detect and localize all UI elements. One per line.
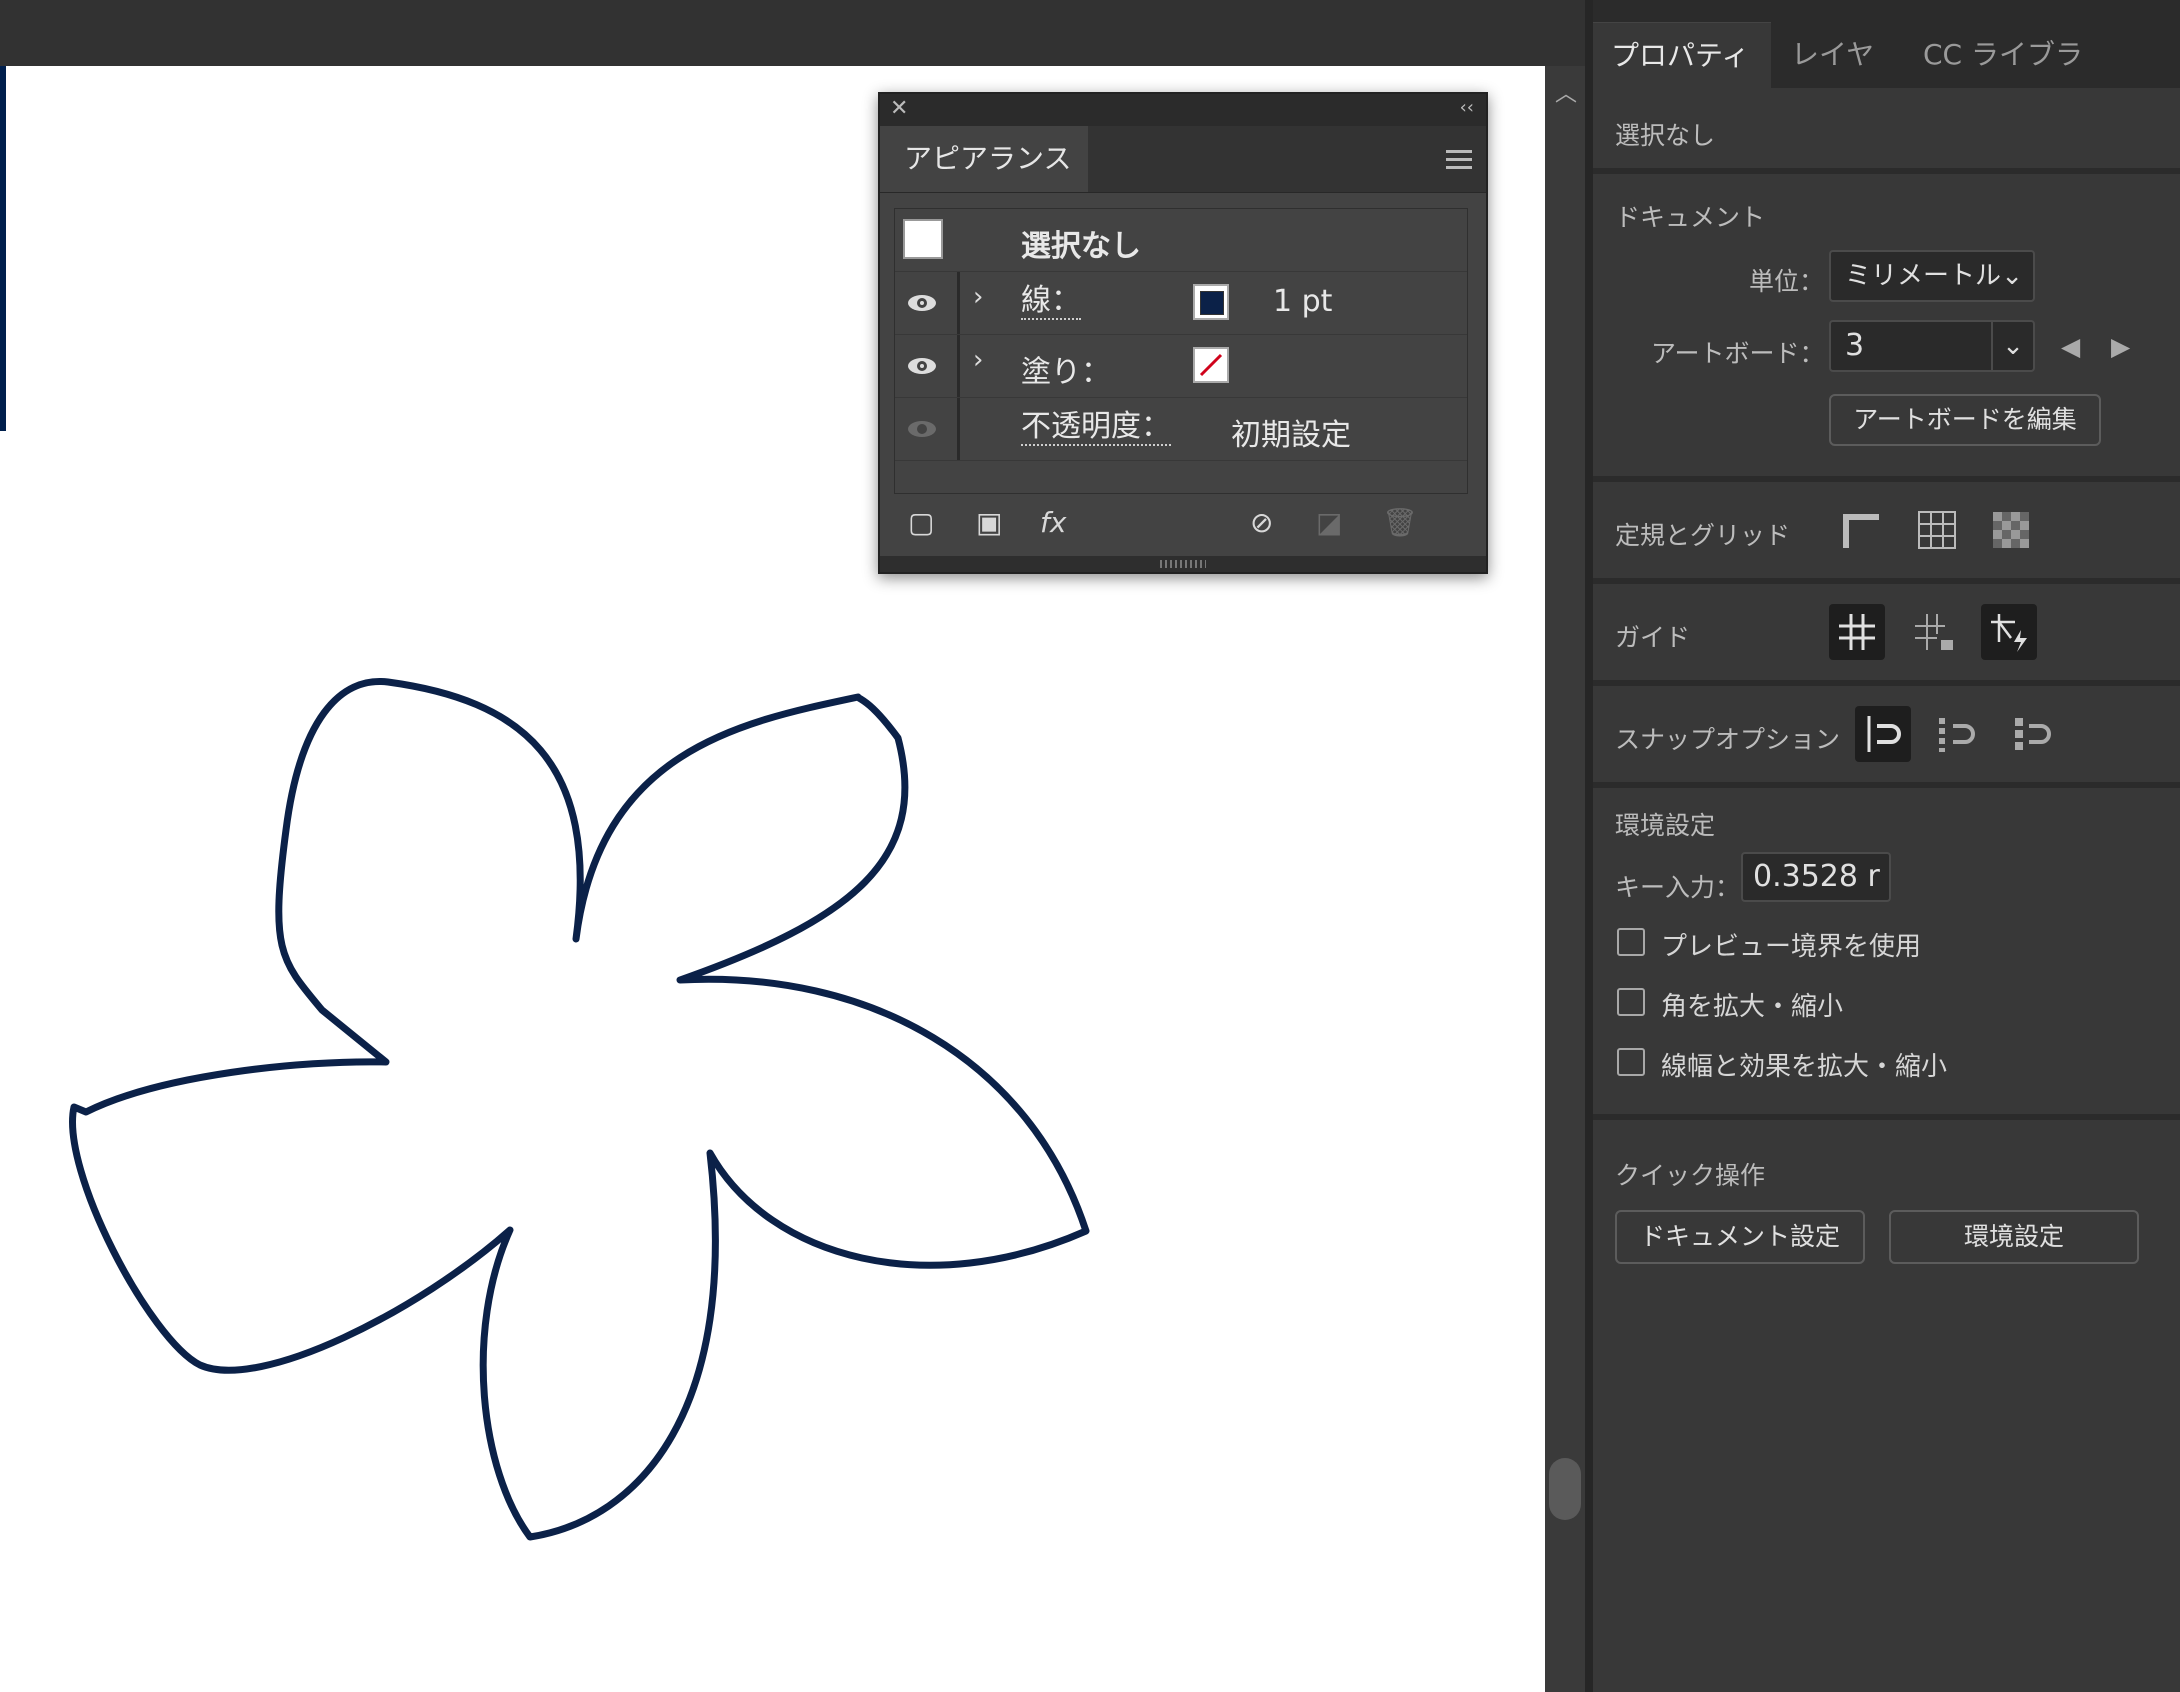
tab-appearance[interactable]: アピアランス xyxy=(880,126,1088,192)
artboard-dropdown[interactable]: 3 ⌄ xyxy=(1829,320,2035,372)
opacity-row[interactable]: 不透明度： 初期設定 xyxy=(895,398,1467,461)
stroke-row[interactable]: › 線： 1 pt xyxy=(895,272,1467,335)
scale-strokes-label[interactable]: 線幅と効果を拡大・縮小 xyxy=(1661,1046,1947,1083)
unit-value: ミリメートル xyxy=(1845,261,2002,291)
guides-title: ガイド xyxy=(1615,623,1691,652)
artboard-edge xyxy=(0,66,6,431)
grid-icon[interactable] xyxy=(1909,502,1965,558)
chevron-down-icon: ⌄ xyxy=(2001,261,2023,291)
panel-divider xyxy=(1585,0,1593,1692)
scroll-thumb[interactable] xyxy=(1549,1458,1581,1520)
panel-tabbar: アピアランス xyxy=(880,126,1486,193)
properties-tabbar: プロパティ レイヤー CC ライブラリ xyxy=(1593,0,2180,137)
preferences-button[interactable]: 環境設定 xyxy=(1889,1210,2139,1264)
show-guides-icon[interactable] xyxy=(1829,604,1885,660)
guides-section: ガイド xyxy=(1593,584,2180,680)
edit-artboard-button[interactable]: アートボードを編集 xyxy=(1829,394,2101,446)
document-setup-button[interactable]: ドキュメント設定 xyxy=(1615,1210,1865,1264)
unit-dropdown[interactable]: ミリメートル ⌄ xyxy=(1829,250,2035,302)
opacity-label[interactable]: 不透明度： xyxy=(1021,410,1171,446)
scroll-up-icon[interactable]: ︿ xyxy=(1555,76,1577,108)
scale-corners-checkbox[interactable] xyxy=(1617,988,1645,1016)
fill-label[interactable]: 塗り： xyxy=(1021,347,1111,391)
tab-cc-libraries[interactable]: CC ライブラリ xyxy=(1905,22,2115,137)
new-stroke-icon[interactable]: ▢ xyxy=(908,506,934,539)
selection-section: 選択なし xyxy=(1593,88,2180,168)
quick-actions-section: クイック操作 ドキュメント設定 環境設定 xyxy=(1593,1120,2180,1692)
delete-item-icon: 🗑 xyxy=(1382,506,1418,539)
stroke-weight-value[interactable]: 1 pt xyxy=(1273,284,1332,319)
chevron-right-icon[interactable]: › xyxy=(973,345,983,375)
scale-strokes-checkbox[interactable] xyxy=(1617,1048,1645,1076)
tab-properties[interactable]: プロパティ xyxy=(1593,22,1771,88)
chevron-right-icon[interactable]: › xyxy=(973,282,983,312)
appearance-footer: ▢ ▣ fx ⊘ ◪ 🗑 xyxy=(880,496,1486,552)
vertical-scrollbar[interactable]: ︿ xyxy=(1545,66,1585,1692)
artboard-value[interactable]: 3 xyxy=(1845,328,1864,363)
panel-menu-icon[interactable] xyxy=(1446,150,1472,170)
appearance-panel: ✕ ‹‹ アピアランス 選択なし › 線： 1 pt › 塗り： 不透明度： 初… xyxy=(878,92,1488,574)
document-tab-bar xyxy=(0,0,1585,66)
appearance-header-row[interactable]: 選択なし xyxy=(895,209,1467,272)
no-fill-swatch[interactable] xyxy=(1193,347,1229,383)
snap-to-point-icon[interactable] xyxy=(1855,706,1911,762)
key-increment-input[interactable]: 0.3528 r xyxy=(1741,852,1891,902)
previous-artboard-icon[interactable]: ◀ xyxy=(2061,332,2080,361)
preview-bounds-checkbox[interactable] xyxy=(1617,928,1645,956)
scale-corners-label[interactable]: 角を拡大・縮小 xyxy=(1661,986,1843,1023)
tab-layers[interactable]: レイヤー xyxy=(1773,22,1903,137)
stroke-label[interactable]: 線： xyxy=(1021,284,1081,320)
new-fill-icon[interactable]: ▣ xyxy=(976,506,1002,539)
selection-status: 選択なし xyxy=(1615,121,1716,150)
document-title: ドキュメント xyxy=(1615,203,1766,232)
document-section: ドキュメント 単位： ミリメートル ⌄ アートボード： 3 ⌄ ◀ ▶ アートボ… xyxy=(1593,174,2180,476)
key-increment-label: キー入力： xyxy=(1615,873,1741,902)
resize-grip[interactable] xyxy=(880,556,1486,572)
collapse-icon[interactable]: ‹‹ xyxy=(1460,97,1474,118)
close-icon[interactable]: ✕ xyxy=(890,96,908,121)
lock-guides-icon[interactable] xyxy=(1905,604,1961,660)
snap-to-glyph-icon[interactable] xyxy=(2005,706,2061,762)
clear-appearance-icon[interactable]: ⊘ xyxy=(1250,506,1273,539)
transparency-grid-icon[interactable] xyxy=(1983,502,2039,558)
fill-row[interactable]: › 塗り： xyxy=(895,335,1467,398)
preferences-title: 環境設定 xyxy=(1615,811,1716,840)
preview-bounds-label[interactable]: プレビュー境界を使用 xyxy=(1661,926,1921,963)
eye-icon xyxy=(908,421,936,437)
properties-panel: プロパティ レイヤー CC ライブラリ 選択なし ドキュメント 単位： ミリメー… xyxy=(1593,0,2180,1692)
eye-icon[interactable] xyxy=(905,286,939,320)
stroke-color-swatch[interactable] xyxy=(1193,284,1229,320)
panel-titlebar[interactable]: ✕ ‹‹ xyxy=(880,94,1486,126)
duplicate-item-icon: ◪ xyxy=(1316,506,1343,539)
object-thumbnail xyxy=(903,219,943,259)
artboard-label: アートボード： xyxy=(1651,339,1825,368)
appearance-list: 選択なし › 線： 1 pt › 塗り： 不透明度： 初期設定 xyxy=(894,208,1468,494)
chevron-down-icon[interactable]: ⌄ xyxy=(1991,322,2033,370)
eye-icon[interactable] xyxy=(905,349,939,383)
rulers-grids-title: 定規とグリッド xyxy=(1615,521,1791,550)
snap-options-section: スナップオプション xyxy=(1593,686,2180,782)
preferences-section: 環境設定 キー入力： 0.3528 r プレビュー境界を使用 角を拡大・縮小 線… xyxy=(1593,788,2180,1114)
ruler-icon[interactable] xyxy=(1833,502,1889,558)
next-artboard-icon[interactable]: ▶ xyxy=(2111,332,2130,361)
opacity-value: 初期設定 xyxy=(1231,418,1351,453)
rulers-grids-section: 定規とグリッド xyxy=(1593,482,2180,578)
snap-to-pixel-icon[interactable] xyxy=(1929,706,1985,762)
quick-actions-title: クイック操作 xyxy=(1615,1161,1766,1190)
unit-label: 単位： xyxy=(1749,267,1825,296)
fx-icon[interactable]: fx xyxy=(1040,506,1066,539)
selection-status: 選択なし xyxy=(1021,229,1141,264)
snap-options-title: スナップオプション xyxy=(1615,725,1841,754)
smart-guides-icon[interactable] xyxy=(1981,604,2037,660)
